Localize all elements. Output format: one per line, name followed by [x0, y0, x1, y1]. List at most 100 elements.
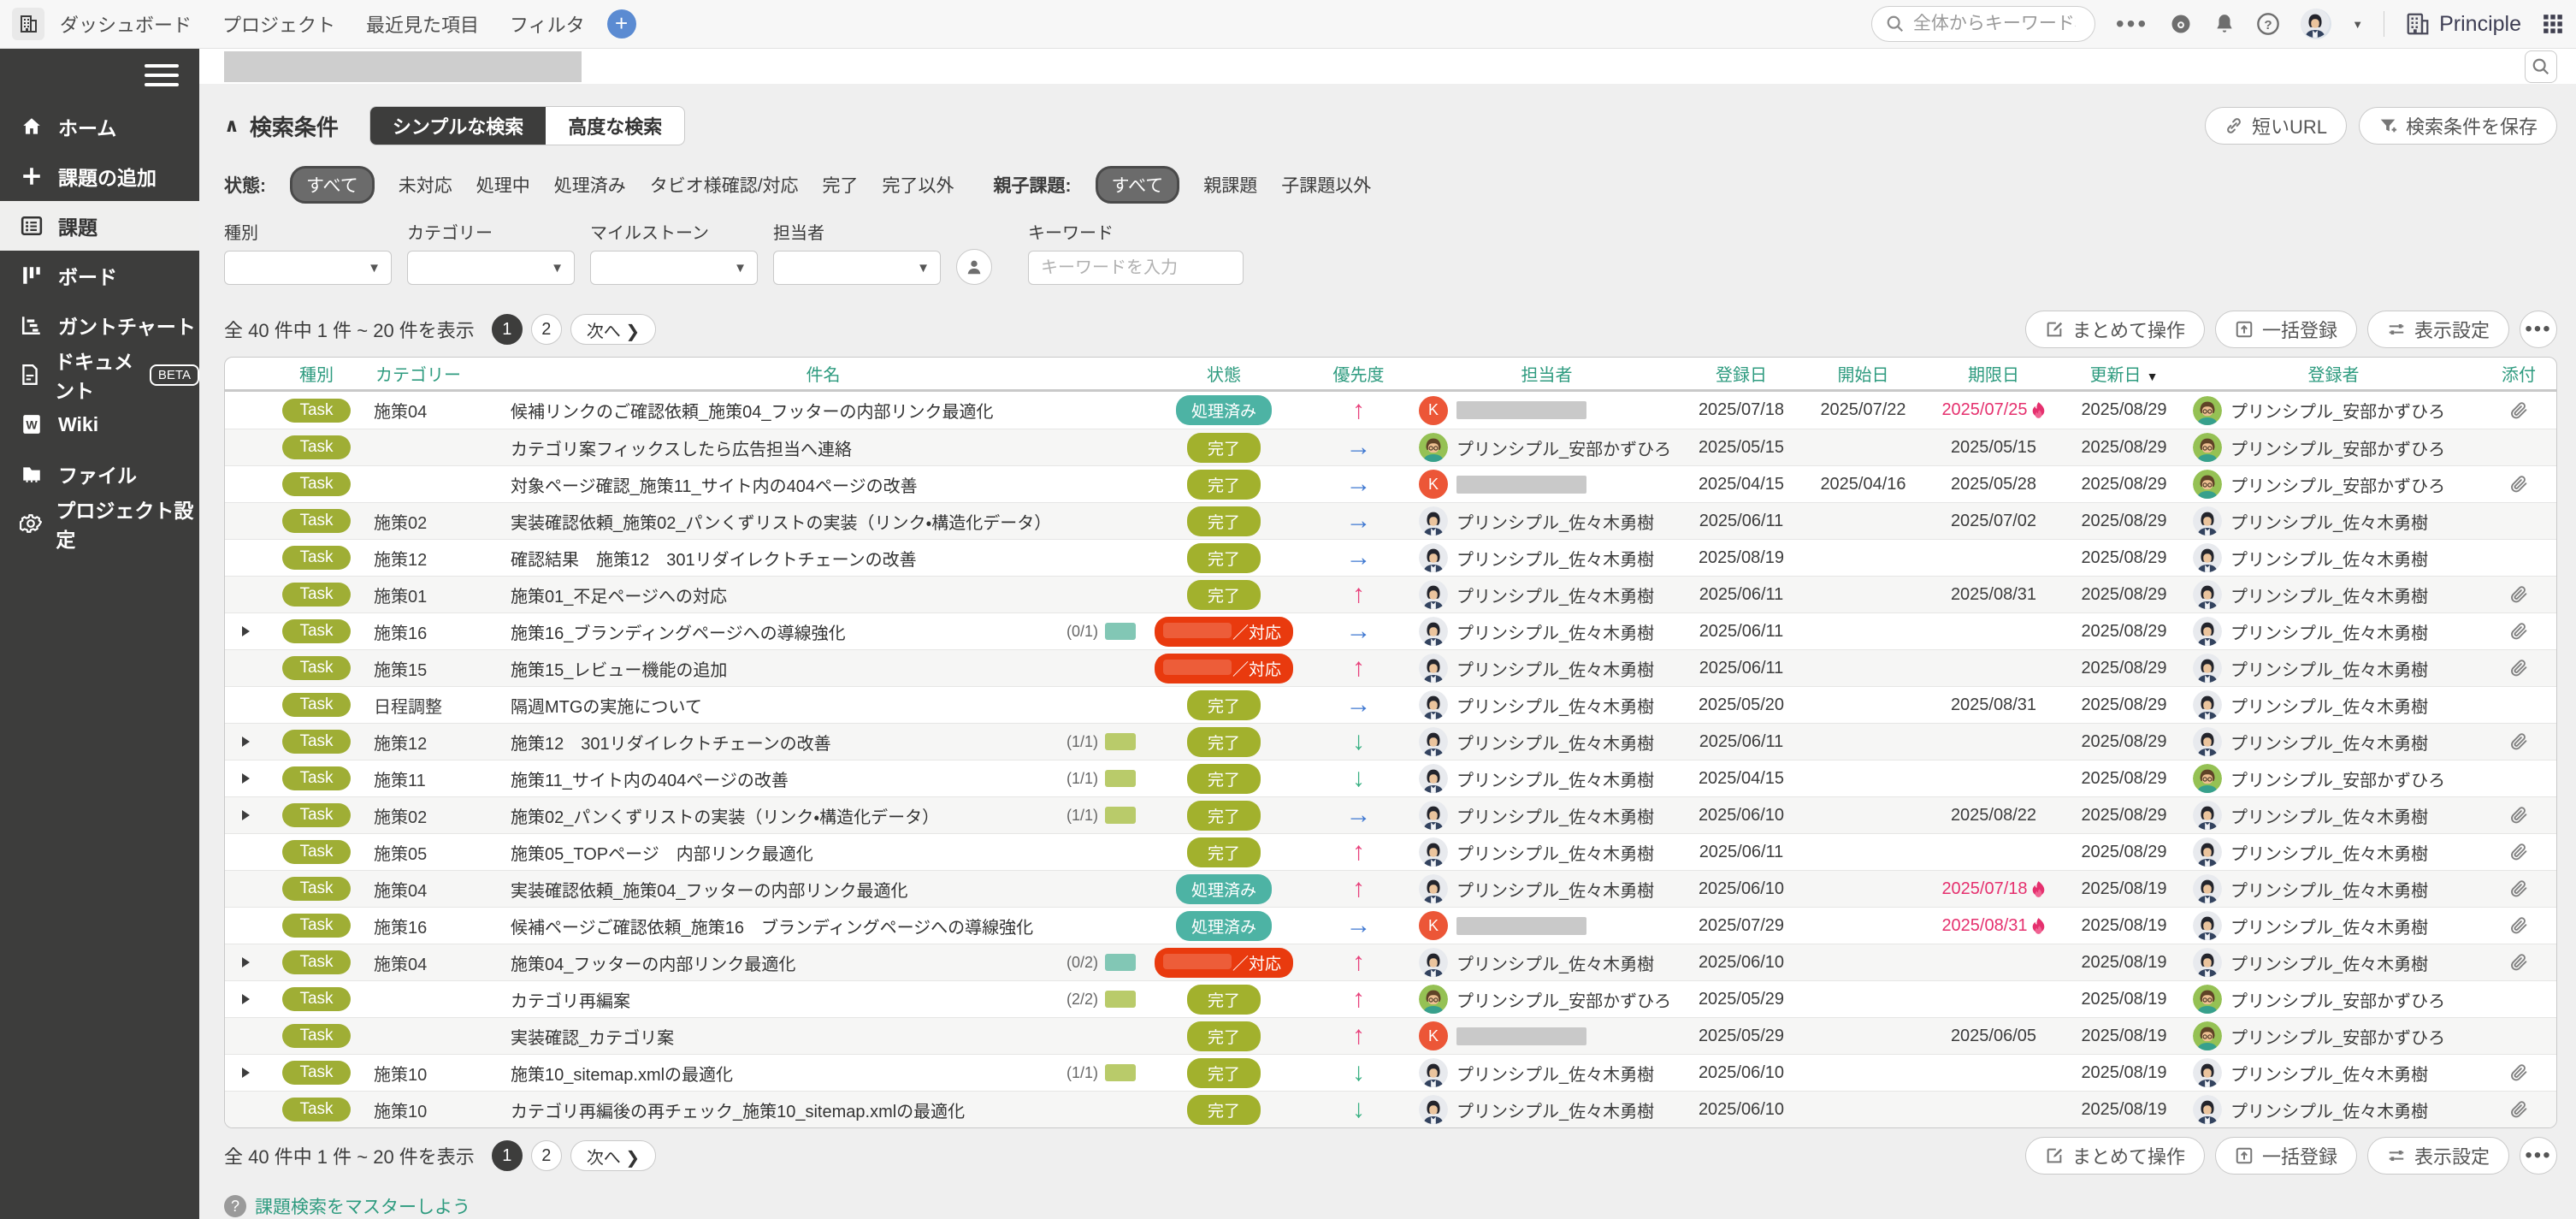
row-expander[interactable] — [225, 994, 266, 1004]
sidebar-item-6[interactable]: W Wiki — [0, 399, 199, 449]
more-actions-button[interactable]: ••• — [2520, 1137, 2557, 1175]
issue-row[interactable]: Task カテゴリ案フィックスしたら広告担当へ連絡 完了 → プリンシプル_安部… — [225, 429, 2556, 465]
page-button-1[interactable]: 1 — [492, 314, 523, 345]
issue-row[interactable]: Task 施策02 施策02_パンくずリストの実装（リンク・構造化データ） (1… — [225, 796, 2556, 833]
filter-chip[interactable]: 子課題以外 — [1281, 172, 1371, 198]
issue-subject-link[interactable]: 施策12 301リダイレクトチェーンの改善 — [511, 730, 831, 754]
sidebar-item-0[interactable]: ホーム — [0, 102, 199, 151]
issue-search-button[interactable] — [2525, 50, 2557, 83]
filter-chip[interactable]: タビオ様確認/対応 — [650, 172, 799, 198]
more-actions-button[interactable]: ••• — [2520, 311, 2557, 348]
issue-subject-link[interactable]: 隔週MTGの実施について — [511, 693, 702, 718]
global-nav-item-2[interactable]: 最近見た項目 — [366, 10, 479, 38]
row-expander[interactable] — [225, 737, 266, 747]
global-nav-item-0[interactable]: ダッシュボード — [60, 10, 192, 38]
column-header-5[interactable]: 担当者 — [1412, 361, 1681, 386]
issue-row[interactable]: Task 施策12 確認結果 施策12 301リダイレクトチェーンの改善 完了 … — [225, 539, 2556, 576]
issue-subject-link[interactable]: 施策10_sitemap.xmlの最適化 — [511, 1061, 733, 1086]
issue-row[interactable]: Task 実装確認_カテゴリ案 完了 ↑ K 2025/05/29 2025/0… — [225, 1017, 2556, 1054]
row-expander[interactable] — [225, 1068, 266, 1078]
issue-subject-link[interactable]: 施策04_フッターの内部リンク最適化 — [511, 950, 795, 975]
column-header-9[interactable]: 更新日▼ — [2062, 361, 2186, 386]
filter-chip[interactable]: 処理済み — [554, 172, 626, 198]
issue-subject-link[interactable]: カテゴリ再編後の再チェック_施策10_sitemap.xmlの最適化 — [511, 1098, 965, 1122]
assignee-me-button[interactable] — [956, 249, 992, 285]
issue-row[interactable]: Task 日程調整 隔週MTGの実施について 完了 → プリンシプル_佐々木勇樹… — [225, 686, 2556, 723]
global-add-button[interactable]: + — [607, 9, 636, 38]
issue-subject-link[interactable]: 施策15_レビュー機能の追加 — [511, 656, 727, 681]
issue-subject-link[interactable]: 対象ページ確認_施策11_サイト内の404ページの改善 — [511, 472, 918, 497]
next-page-button[interactable]: 次へ ❯ — [570, 1140, 656, 1171]
filter-chip[interactable]: 処理中 — [476, 172, 530, 198]
filter-chip[interactable]: すべて — [1096, 166, 1180, 204]
notifications-bell-icon[interactable] — [2213, 12, 2236, 36]
batch-operation-button[interactable]: まとめて操作 — [2025, 311, 2205, 348]
issue-row[interactable]: Task 施策04 施策04_フッターの内部リンク最適化 (0/2) ／対応 ↑… — [225, 944, 2556, 980]
row-expander[interactable] — [225, 626, 266, 636]
issue-row[interactable]: Task 施策12 施策12 301リダイレクトチェーンの改善 (1/1) 完了… — [225, 723, 2556, 760]
column-header-10[interactable]: 登録者 — [2186, 361, 2481, 386]
issue-subject-link[interactable]: 施策11_サイト内の404ページの改善 — [511, 766, 789, 791]
page-button-2[interactable]: 2 — [531, 314, 562, 345]
filter-chip[interactable]: 未対応 — [399, 172, 452, 198]
column-header-4[interactable]: 優先度 — [1305, 361, 1412, 386]
short-url-button[interactable]: 短いURL — [2205, 107, 2347, 145]
column-header-0[interactable]: 種別 — [266, 361, 367, 386]
issue-row[interactable]: Task 施策01 施策01_不足ページへの対応 完了 ↑ プリンシプル_佐々木… — [225, 576, 2556, 612]
issue-subject-link[interactable]: 施策01_不足ページへの対応 — [511, 583, 727, 607]
page-button-1[interactable]: 1 — [492, 1140, 523, 1171]
tab-simple-search[interactable]: シンプルな検索 — [370, 107, 546, 145]
column-header-7[interactable]: 開始日 — [1801, 361, 1925, 386]
watch-icon[interactable] — [2169, 12, 2193, 36]
column-header-6[interactable]: 登録日 — [1681, 361, 1801, 386]
issue-row[interactable]: Task 施策16 施策16_ブランディングページへの導線強化 (0/1) ／対… — [225, 612, 2556, 649]
issue-subject-link[interactable]: 実装確認_カテゴリ案 — [511, 1024, 674, 1049]
org-switcher[interactable]: Principle — [2405, 11, 2521, 37]
issue-row[interactable]: Task 施策02 実装確認依頼_施策02_パンくずリストの実装（リンク・構造化… — [225, 502, 2556, 539]
filter-chip[interactable]: すべて — [290, 166, 375, 204]
column-header-1[interactable]: カテゴリー — [367, 361, 504, 386]
user-avatar[interactable] — [2301, 9, 2331, 39]
issue-subject-link[interactable]: 施策16_ブランディングページへの導線強化 — [511, 619, 846, 644]
bulk-register-button[interactable]: 一括登録 — [2215, 1137, 2357, 1175]
filter-chip[interactable]: 完了以外 — [883, 172, 954, 198]
page-button-2[interactable]: 2 — [531, 1140, 562, 1171]
issue-row[interactable]: Task 施策11 施策11_サイト内の404ページの改善 (1/1) 完了 ↓… — [225, 760, 2556, 796]
column-header-11[interactable]: 添付 — [2481, 361, 2556, 386]
column-header-8[interactable]: 期限日 — [1925, 361, 2062, 386]
issue-row[interactable]: Task 施策10 カテゴリ再編後の再チェック_施策10_sitemap.xml… — [225, 1091, 2556, 1127]
issue-subject-link[interactable]: 実装確認依頼_施策02_パンくずリストの実装（リンク・構造化データ） — [511, 509, 1051, 534]
filter-chip[interactable]: 完了 — [823, 172, 859, 198]
global-nav-item-1[interactable]: プロジェクト — [222, 10, 335, 38]
filter-select-1[interactable]: ▼ — [407, 251, 575, 285]
issue-row[interactable]: Task カテゴリ再編案 (2/2) 完了 ↑ プリンシプル_安部かずひろ 20… — [225, 980, 2556, 1017]
issue-row[interactable]: Task 施策15 施策15_レビュー機能の追加 ／対応 ↑ プリンシプル_佐々… — [225, 649, 2556, 686]
more-icon[interactable]: ••• — [2116, 10, 2148, 38]
issue-row[interactable]: Task 施策04 実装確認依頼_施策04_フッターの内部リンク最適化 処理済み… — [225, 870, 2556, 907]
search-conditions-toggle[interactable]: ∧ 検索条件 — [224, 110, 339, 142]
issue-subject-link[interactable]: 候補ページご確認依頼_施策16 ブランディングページへの導線強化 — [511, 914, 1033, 938]
row-expander[interactable] — [225, 773, 266, 784]
app-logo-icon[interactable] — [12, 8, 44, 40]
issue-subject-link[interactable]: 施策02_パンくずリストの実装（リンク・構造化データ） — [511, 803, 939, 828]
issue-row[interactable]: Task 対象ページ確認_施策11_サイト内の404ページの改善 完了 → K … — [225, 465, 2556, 502]
keyword-input[interactable] — [1028, 251, 1244, 285]
sidebar-collapse-icon[interactable] — [145, 58, 179, 92]
row-expander[interactable] — [225, 957, 266, 968]
sidebar-item-3[interactable]: ボード — [0, 251, 199, 300]
filter-select-2[interactable]: ▼ — [590, 251, 758, 285]
sidebar-item-1[interactable]: 課題の追加 — [0, 151, 199, 201]
display-settings-button[interactable]: 表示設定 — [2367, 311, 2509, 348]
issue-subject-link[interactable]: 実装確認依頼_施策04_フッターの内部リンク最適化 — [511, 877, 908, 902]
sidebar-item-2[interactable]: 課題 — [0, 201, 199, 251]
issue-row[interactable]: Task 施策04 候補リンクのご確認依頼_施策04_フッターの内部リンク最適化… — [225, 392, 2556, 429]
sidebar-item-4[interactable]: ガントチャート — [0, 300, 199, 350]
help-icon[interactable]: ? — [2256, 12, 2280, 36]
issue-subject-link[interactable]: 確認結果 施策12 301リダイレクトチェーンの改善 — [511, 546, 917, 571]
next-page-button[interactable]: 次へ ❯ — [570, 314, 656, 345]
apps-grid-icon[interactable] — [2542, 13, 2564, 35]
bulk-register-button[interactable]: 一括登録 — [2215, 311, 2357, 348]
issue-subject-link[interactable]: カテゴリ再編案 — [511, 987, 630, 1012]
global-nav-item-3[interactable]: フィルタ — [510, 10, 585, 38]
chevron-down-icon[interactable]: ▼ — [2352, 18, 2363, 31]
